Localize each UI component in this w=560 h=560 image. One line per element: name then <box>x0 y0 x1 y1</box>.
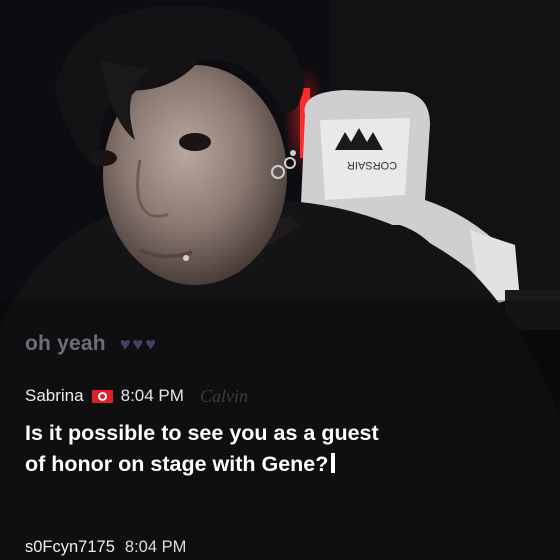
chat-message-text: oh yeah <box>25 332 106 355</box>
tunisia-flag-icon <box>91 389 113 403</box>
chat-timestamp: 8:04 PM <box>124 538 187 556</box>
chat-username[interactable]: s0Fcyn7175 <box>25 538 115 557</box>
chat-message-faded: oh yeah ♥♥♥ <box>25 332 158 356</box>
chat-username[interactable]: Sabrina <box>25 386 84 406</box>
live-chat-overlay: oh yeah ♥♥♥ Sabrina 8:04 PM Is it possib… <box>0 0 560 560</box>
live-stream-view: CORSAIR Calvin oh yeah ♥♥♥ Sabrina 8:04 … <box>0 0 560 560</box>
chat-message-body: Is it possible to see you as a guest of … <box>25 421 379 476</box>
chat-message-text: Is it possible to see you as a guest of … <box>25 418 385 480</box>
chat-message-header: s0Fcyn7175 8:04 PM <box>25 538 186 557</box>
hearts-icon: ♥♥♥ <box>119 334 158 354</box>
chat-message-header: Sabrina 8:04 PM <box>25 386 184 406</box>
text-caret <box>331 453 336 473</box>
chat-timestamp: 8:04 PM <box>120 386 184 405</box>
